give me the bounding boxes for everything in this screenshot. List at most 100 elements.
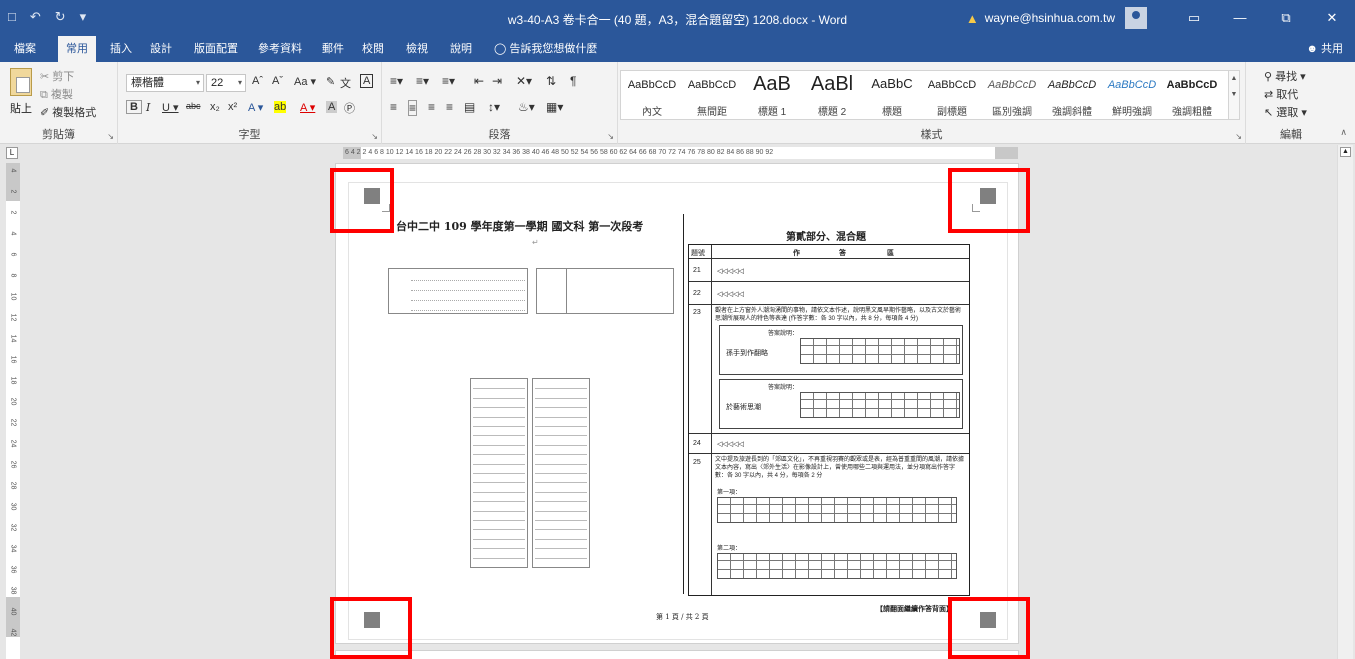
answer-label: 答案說明： (768, 331, 799, 337)
increase-indent-icon[interactable]: ⇥ (492, 74, 502, 88)
tab-home[interactable]: 常用 (58, 36, 96, 62)
bold-icon[interactable]: B (126, 100, 142, 114)
chevron-up-icon[interactable]: ▲ (1231, 75, 1238, 82)
select-button[interactable]: ↖ 選取 ▾ (1264, 104, 1307, 120)
style-title[interactable]: AaBbC 標題 (863, 71, 921, 119)
style-heading-1[interactable]: AaB 標題 1 (743, 71, 801, 119)
tab-help[interactable]: 說明 (442, 36, 480, 62)
tab-references[interactable]: 參考資料 (250, 36, 310, 62)
writing-grid[interactable] (800, 338, 960, 364)
style-strong[interactable]: AaBbCcD 強調粗體 (1163, 71, 1221, 119)
close-icon[interactable]: ✕ (1309, 0, 1355, 36)
grid-line (473, 435, 525, 437)
style-heading-2[interactable]: AaBl 標題 2 (803, 71, 861, 119)
grow-font-icon[interactable]: Aˆ (252, 75, 263, 87)
writing-grid[interactable] (717, 497, 957, 523)
vertical-ruler[interactable]: 4 2 2 4 6 8 10 12 14 16 18 20 22 24 26 28 30 32 34 36 38 40 42 (6, 163, 20, 659)
grid-line (473, 397, 525, 399)
change-case-button[interactable]: Aa ▾ (294, 75, 316, 88)
bubble-options[interactable]: ◁◁◁◁◁ (717, 290, 744, 298)
styles-scroll[interactable]: ▲ ▼ (1228, 70, 1240, 120)
format-painter-button[interactable]: ✐ 複製格式 (40, 104, 96, 120)
tab-mailings[interactable]: 郵件 (314, 36, 352, 62)
style-intense-emphasis[interactable]: AaBbCcD 鮮明強調 (1103, 71, 1161, 119)
shrink-font-icon[interactable]: Aˇ (272, 75, 283, 87)
style-subtitle[interactable]: AaBbCcD 副標題 (923, 71, 981, 119)
borders-icon[interactable]: ▦▾ (546, 100, 563, 114)
styles-launcher-icon[interactable]: ↘ (1235, 132, 1242, 141)
clear-format-icon[interactable]: ✎ (326, 75, 335, 88)
style-emphasis[interactable]: AaBbCcD 強調斜體 (1043, 71, 1101, 119)
corner-marker (364, 188, 380, 204)
share-button[interactable]: ☻ 共用 (1306, 36, 1343, 62)
tab-layout[interactable]: 版面配置 (186, 36, 246, 62)
scroll-up-icon[interactable]: ▲ (1340, 147, 1351, 157)
font-launcher-icon[interactable]: ↘ (371, 132, 378, 141)
superscript-icon[interactable]: x² (228, 101, 237, 113)
style-subtle-emphasis[interactable]: AaBbCcD 區別強調 (983, 71, 1041, 119)
tab-file[interactable]: 檔案 (6, 36, 44, 62)
chinese-layout-icon[interactable]: ✕▾ (516, 74, 532, 88)
clipboard-launcher-icon[interactable]: ↘ (107, 132, 114, 141)
text-effects-icon[interactable]: A ▾ (248, 101, 263, 114)
justify-icon[interactable]: ≡ (446, 100, 453, 114)
tell-me-box[interactable]: ◯ 告訴我您想做什麼 (486, 36, 605, 62)
tab-insert[interactable]: 插入 (102, 36, 140, 62)
subscript-icon[interactable]: x₂ (210, 101, 220, 113)
tab-view[interactable]: 檢視 (398, 36, 436, 62)
replace-button[interactable]: ⇄ 取代 (1264, 86, 1298, 102)
minimize-icon[interactable]: — (1217, 0, 1263, 36)
line-spacing-icon[interactable]: ↕▾ (488, 100, 500, 114)
writing-grid[interactable] (800, 392, 960, 418)
writing-grid[interactable] (717, 553, 957, 579)
document-page[interactable]: 台中二中 109 學年度第一學期 國文科 第一次段考 ↵ 第貳部分、混合題 題號… (335, 163, 1019, 644)
avatar[interactable] (1125, 7, 1147, 29)
bullets-icon[interactable]: ≡▾ (390, 74, 403, 88)
char-shading-icon[interactable]: A (326, 101, 338, 113)
horizontal-ruler[interactable]: 6 4 2 2 4 6 8 10 12 14 16 18 20 22 24 26… (343, 147, 1018, 159)
decrease-indent-icon[interactable]: ⇤ (474, 74, 484, 88)
user-email[interactable]: wayne@hsinhua.com.tw (985, 11, 1115, 25)
paste-button[interactable]: 貼上 (10, 100, 32, 116)
vertical-scrollbar[interactable]: ▲ (1337, 145, 1353, 659)
font-name-combo[interactable]: 標楷體 ▾ (126, 74, 204, 92)
phonetic-guide-icon[interactable]: 文 (340, 75, 351, 91)
paragraph-launcher-icon[interactable]: ↘ (607, 132, 614, 141)
next-page[interactable] (335, 650, 1019, 659)
sort-icon[interactable]: ⇅ (546, 74, 556, 88)
italic-icon[interactable]: I (146, 101, 150, 114)
align-left-icon[interactable]: ≡ (390, 100, 397, 114)
copy-button[interactable]: ⧉ 複製 (40, 86, 73, 102)
cut-button[interactable]: ✂ 剪下 (40, 68, 74, 84)
align-right-icon[interactable]: ≡ (428, 100, 435, 114)
shading-icon[interactable]: ♨▾ (518, 100, 535, 114)
enclose-char-icon[interactable]: Ⓟ (344, 100, 355, 116)
style-no-spacing[interactable]: AaBbCcD 無間距 (683, 71, 741, 119)
align-center-icon[interactable]: ≡ (408, 100, 418, 116)
tab-selector-icon[interactable]: L (6, 147, 18, 159)
numbering-icon[interactable]: ≡▾ (416, 74, 429, 88)
highlight-icon[interactable]: ab (274, 101, 287, 113)
strikethrough-icon[interactable]: abc (186, 101, 201, 111)
show-marks-icon[interactable]: ¶ (570, 74, 576, 88)
collapse-ribbon-icon[interactable]: ∧ (1340, 127, 1347, 138)
tab-design[interactable]: 設計 (142, 36, 180, 62)
char-border-icon[interactable]: A (360, 74, 374, 88)
font-size-combo[interactable]: 22 ▾ (206, 74, 246, 92)
change-case-label: Aa (294, 76, 308, 88)
underline-icon[interactable]: U ▾ (162, 101, 179, 114)
find-button[interactable]: ⚲ 尋找 ▾ (1264, 68, 1306, 84)
distributed-icon[interactable]: ▤ (464, 100, 475, 114)
chevron-down-icon[interactable]: ▼ (1231, 91, 1238, 98)
sub-item-label: 於藝術思潮 (726, 404, 761, 411)
bubble-options[interactable]: ◁◁◁◁◁ (717, 267, 744, 275)
warning-icon[interactable]: ▲ (966, 11, 979, 26)
tab-review[interactable]: 校閱 (354, 36, 392, 62)
ribbon-display-icon[interactable]: ▭ (1171, 0, 1217, 36)
font-color-icon[interactable]: A ▾ (300, 101, 315, 114)
paste-icon[interactable] (10, 68, 32, 96)
multilevel-list-icon[interactable]: ≡▾ (442, 74, 455, 88)
style-normal[interactable]: AaBbCcD 內文 (623, 71, 681, 119)
bubble-options[interactable]: ◁◁◁◁◁ (717, 440, 744, 448)
restore-icon[interactable]: ⧉ (1263, 0, 1309, 36)
